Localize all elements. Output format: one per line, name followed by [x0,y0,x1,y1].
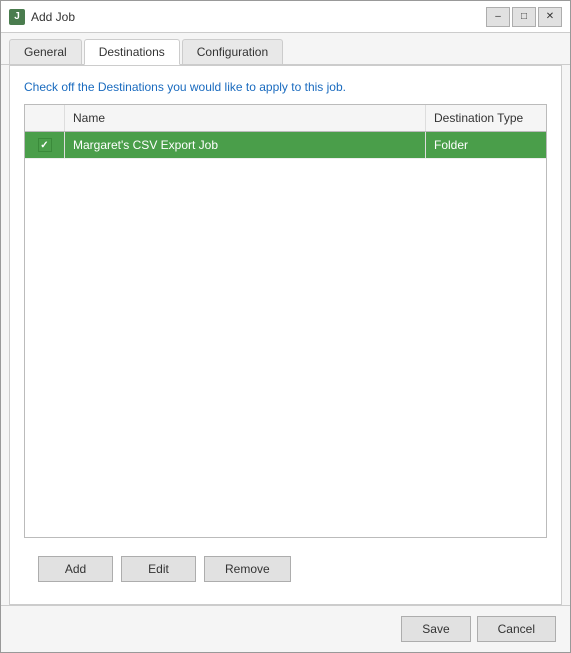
row-dest-type: Folder [426,132,546,158]
tab-bar: General Destinations Configuration [1,33,570,65]
main-content: Check off the Destinations you would lik… [1,65,570,605]
window-title: Add Job [31,10,75,24]
cancel-button[interactable]: Cancel [477,616,556,642]
main-window: J Add Job – □ ✕ General Destinations Con… [0,0,571,653]
content-area: Check off the Destinations you would lik… [9,65,562,605]
col-header-dest-type: Destination Type [426,105,546,131]
title-bar: J Add Job – □ ✕ [1,1,570,33]
row-name: Margaret's CSV Export Job [65,132,426,158]
title-bar-controls: – □ ✕ [486,7,562,27]
minimize-button[interactable]: – [486,7,510,27]
table-row[interactable]: Margaret's CSV Export Job Folder [25,132,546,159]
table-header: Name Destination Type [25,105,546,132]
app-icon: J [9,9,25,25]
col-header-name: Name [65,105,426,131]
table-body: Margaret's CSV Export Job Folder [25,132,546,537]
footer: Save Cancel [1,605,570,652]
col-header-check [25,105,65,131]
row-check-cell [25,132,65,158]
edit-button[interactable]: Edit [121,556,196,582]
remove-button[interactable]: Remove [204,556,291,582]
tab-configuration[interactable]: Configuration [182,39,283,64]
add-button[interactable]: Add [38,556,113,582]
maximize-button[interactable]: □ [512,7,536,27]
tab-destinations[interactable]: Destinations [84,39,180,65]
save-button[interactable]: Save [401,616,470,642]
action-button-bar: Add Edit Remove [24,548,547,590]
title-bar-left: J Add Job [9,9,75,25]
tab-general[interactable]: General [9,39,82,64]
close-button[interactable]: ✕ [538,7,562,27]
info-text: Check off the Destinations you would lik… [24,80,547,94]
destinations-table: Name Destination Type Margaret's CSV Exp… [24,104,547,538]
row-checkbox[interactable] [38,138,52,152]
